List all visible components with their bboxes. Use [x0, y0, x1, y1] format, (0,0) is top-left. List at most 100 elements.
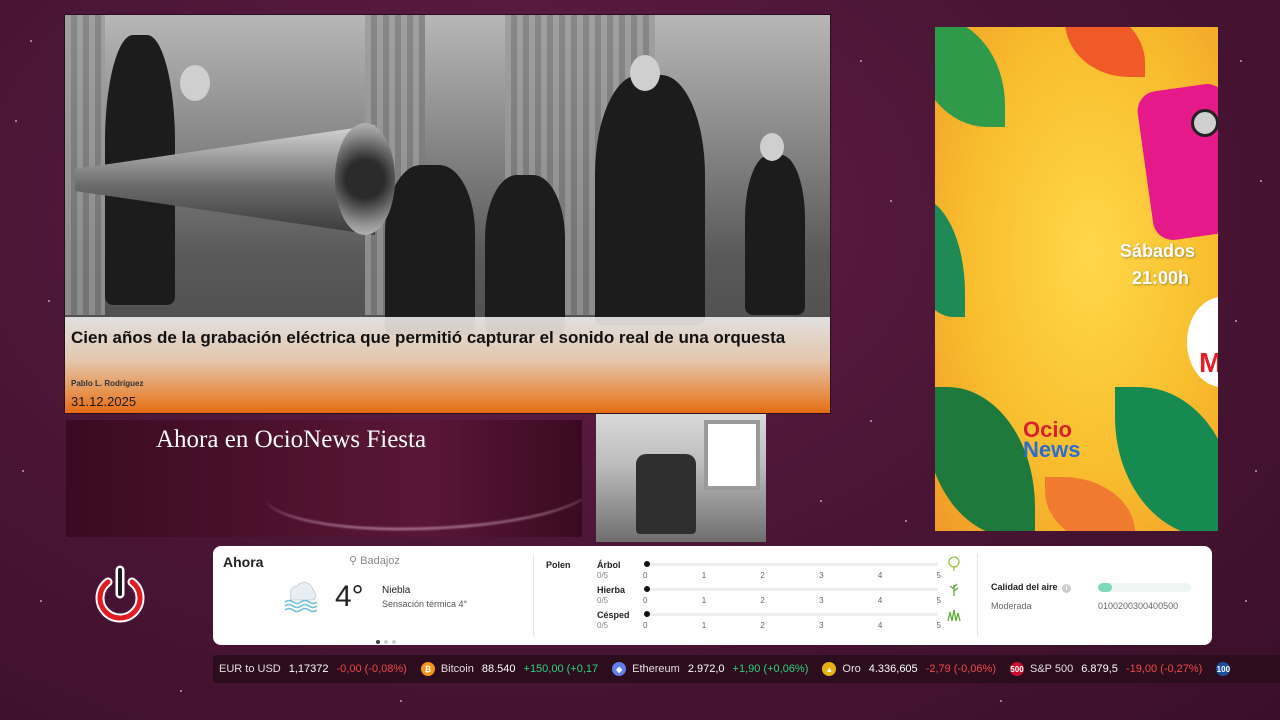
photo-curtain	[65, 15, 105, 315]
ticker-change: +150,00 (+0,17	[523, 663, 599, 675]
pollen-tick: 5	[936, 571, 941, 580]
ticker-item[interactable]: ◆ Ethereum 2.972,0 +1,90 (+0,06%)	[612, 662, 808, 676]
promo-badge: M	[1187, 297, 1218, 387]
asset-icon: ▲	[822, 662, 837, 676]
gramophone-horn-bell	[335, 123, 395, 235]
ocionews-logo: Ocio News	[1023, 419, 1081, 462]
sparkle-dot	[40, 600, 42, 602]
pollen-scale: 0 1 2 3 4 5	[643, 596, 941, 605]
ticker-change: -0,00 (-0,08%)	[336, 663, 407, 675]
photo-figure	[595, 75, 705, 325]
leaf-decoration	[935, 197, 965, 317]
photo-figure-head	[760, 133, 784, 161]
power-icon[interactable]	[92, 564, 148, 624]
pollen-tick: 5	[936, 621, 941, 630]
sparkle-dot	[820, 500, 822, 502]
tree-icon	[946, 556, 962, 572]
pollen-track	[646, 588, 938, 591]
weather-location: ⚲ Badajoz	[349, 554, 400, 567]
sparkle-dot	[1245, 600, 1247, 602]
grass-icon	[946, 581, 962, 597]
ticker-item[interactable]: 500 S&P 500 6.879,5 -19,00 (-0,27%)	[1009, 662, 1203, 676]
pollen-tick: 2	[760, 571, 765, 580]
pollen-value: 0/5	[597, 571, 609, 580]
sparkle-dot	[22, 470, 24, 472]
sparkle-dot	[1240, 60, 1242, 62]
ticker-price: 2.972,0	[687, 663, 725, 675]
sparkle-dot	[1255, 470, 1257, 472]
photo-figure-head	[180, 65, 210, 101]
news-card[interactable]: Cien años de la grabación eléctrica que …	[64, 14, 831, 414]
news-headline[interactable]: Cien años de la grabación eléctrica que …	[71, 325, 791, 350]
pollen-level-marker	[644, 611, 650, 617]
ticker-change: +1,90 (+0,06%)	[732, 663, 809, 675]
news-author: Pablo L. Rodríguez	[71, 379, 144, 388]
pollen-track	[646, 563, 938, 566]
pollen-tick: 0	[643, 571, 648, 580]
pollen-value: 0/5	[597, 621, 609, 630]
pollen-row: Césped 0/5 0 1 2 3 4 5	[597, 609, 961, 634]
air-quality-label: Calidad del aire i	[991, 582, 1072, 593]
ticker-name: EUR to USD	[219, 663, 281, 675]
news-date: 31.12.2025	[71, 394, 137, 409]
info-icon[interactable]: i	[1062, 584, 1072, 593]
photo-figure	[385, 165, 475, 335]
air-quality-label-text: Calidad del aire	[991, 582, 1058, 592]
sparkle-dot	[890, 200, 892, 202]
ticker-change: -2,79 (-0,06%)	[925, 663, 996, 675]
sparkle-dot	[1260, 180, 1262, 182]
market-ticker: EUR to USD 1,17372 -0,00 (-0,08%) ₿ Bitcoin 8…	[213, 655, 1280, 683]
ticker-item[interactable]: ₿ Bitcoin 88.540 +150,00 (+0,17	[420, 662, 599, 676]
promo-poster[interactable]: Sábados 21:00h M Ocio News	[935, 27, 1218, 531]
pollen-title: Polen	[546, 560, 571, 570]
now-playing-banner: Ahora en OcioNews Fiesta	[66, 420, 582, 537]
weather-location-name: Badajoz	[360, 555, 400, 567]
pollen-track	[646, 613, 938, 616]
pollen-tick: 1	[701, 571, 707, 580]
sparkle-dot	[1235, 320, 1237, 322]
carousel-dot[interactable]	[376, 640, 380, 644]
webcam-window	[704, 420, 760, 490]
ticker-change: -19,00 (-0,27%)	[1125, 663, 1203, 675]
sparkle-dot	[48, 300, 50, 302]
ticker-price: 6.879,5	[1081, 663, 1118, 675]
ticker-price: 4.336,605	[868, 663, 918, 675]
leaf-decoration	[1115, 387, 1218, 531]
pollen-tick: 3	[819, 571, 824, 580]
pollen-name: Césped	[597, 610, 630, 620]
pollen-name: Árbol	[597, 560, 621, 570]
ticker-item[interactable]: EUR to USD 1,17372 -0,00 (-0,08%)	[219, 663, 407, 675]
ticker-item[interactable]: ▲ Oro 4.336,605 -2,79 (-0,06%)	[822, 662, 996, 676]
weather-now-label: Ahora	[223, 554, 264, 570]
carousel-dot[interactable]	[384, 640, 388, 644]
pollen-tick: 3	[819, 621, 824, 630]
pollen-level-marker	[644, 561, 650, 567]
lawn-icon	[946, 606, 962, 622]
asset-icon: ◆	[612, 662, 627, 676]
pollen-row: Hierba 0/5 0 1 2 3 4 5	[597, 583, 959, 609]
sparkle-dot	[905, 520, 907, 522]
weather-feels-like: Sensación térmica 4°	[382, 599, 468, 609]
logo-text-news: News	[1023, 437, 1081, 462]
photo-figure	[485, 175, 565, 335]
ticker-name: Oro	[842, 663, 861, 675]
weather-condition: Niebla	[382, 585, 411, 596]
promo-day: Sábados	[1120, 241, 1196, 261]
sparkle-dot	[860, 60, 862, 62]
now-playing-text: Ahora en OcioNews Fiesta	[156, 426, 427, 453]
pollen-row: Árbol 0/5 0 1 2 3 4 5	[597, 556, 960, 584]
asset-icon: 500	[1009, 662, 1024, 676]
divider	[977, 554, 978, 636]
microphone-icon	[1191, 109, 1218, 137]
ticker-name: S&P 500	[1029, 663, 1074, 675]
photo-figure	[745, 155, 805, 315]
pollen-tick: 4	[877, 621, 883, 630]
ticker-price: 88.540	[481, 663, 516, 675]
leaf-decoration	[935, 387, 1035, 531]
ticker-price: 1,17372	[288, 663, 329, 675]
pollen-level-marker	[644, 586, 650, 592]
carousel-dot[interactable]	[392, 640, 396, 644]
ticker-item[interactable]: 100	[1216, 662, 1252, 676]
carousel-dots[interactable]	[376, 631, 400, 649]
air-quality-level: Moderada	[991, 601, 1032, 611]
